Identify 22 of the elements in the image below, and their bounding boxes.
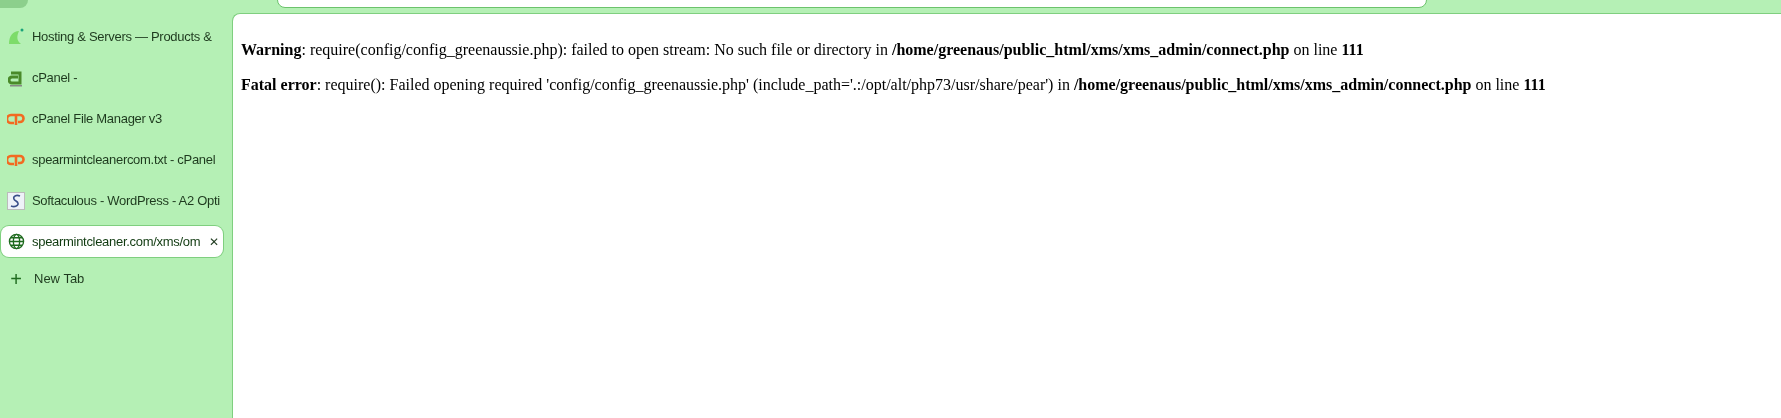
browser-tab[interactable]: Softaculous - WordPress - A2 Opti — [1, 185, 223, 216]
tab-title: Softaculous - WordPress - A2 Opti — [32, 191, 220, 210]
new-tab-button[interactable]: + New Tab — [1, 267, 223, 291]
cp-logo-icon — [7, 111, 25, 126]
script-s-icon — [7, 191, 25, 210]
tab-title: Hosting & Servers — Products & — [32, 27, 213, 46]
tab-title: spearmintcleanercom.txt - cPanel — [32, 150, 217, 169]
tab-title: cPanel - — [32, 68, 79, 87]
leaf-icon — [7, 27, 25, 46]
error-message: Fatal error: require(): Failed opening required 'config/config_greenaussie.php' (include_path='.:/opt/alt/php73/usr/share/pear') in /home/greenaus/public_html/xms/xms_admin/connect.php on line 111 — [241, 75, 1547, 94]
browser-tab[interactable]: Hosting & Servers — Products & — [1, 21, 223, 52]
tab-title: cPanel File Manager v3 — [32, 109, 163, 128]
browser-tab[interactable]: spearmintcleanercom.txt - cPanel — [1, 144, 223, 175]
sidebar-tab-edge — [0, 0, 28, 8]
browser-tab[interactable]: cPanel File Manager v3 — [1, 103, 223, 134]
cp-logo-icon — [7, 152, 25, 167]
close-tab-button[interactable]: ✕ — [209, 232, 219, 251]
browser-tab[interactable]: cPanel - — [1, 62, 223, 93]
tab-title: spearmintcleaner.com/xms/om — [32, 232, 202, 251]
error-message: Warning: require(config/config_greenaussie.php): failed to open stream: No such file or directory in /home/greenaus/public_html/xms/xms_admin/connect.php on line 111 — [241, 40, 1365, 59]
globe-icon — [7, 233, 25, 250]
browser-tab[interactable]: spearmintcleaner.com/xms/om ✕ — [1, 226, 223, 257]
